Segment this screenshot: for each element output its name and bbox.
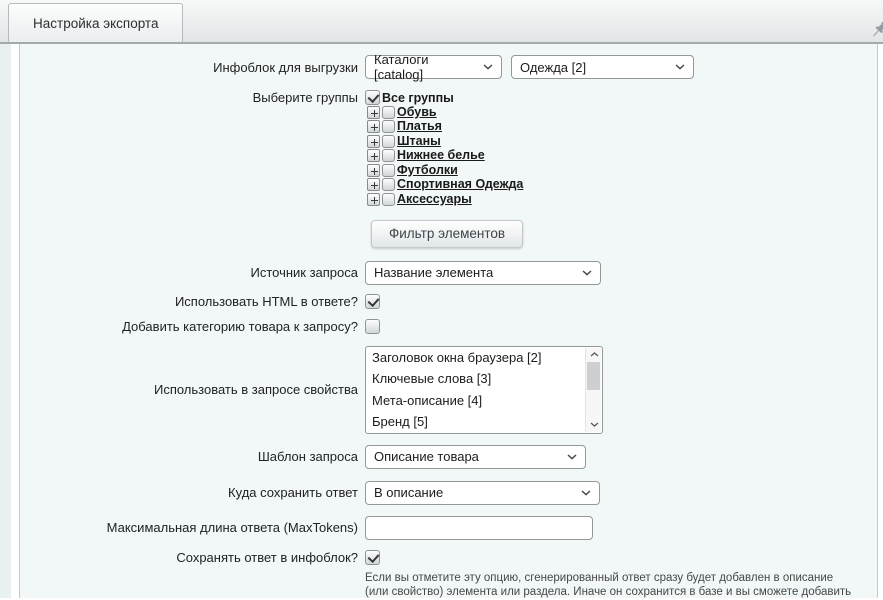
row-groups: Выберите группы Все группы Обувь bbox=[20, 90, 877, 207]
template-value: Описание товара bbox=[374, 449, 479, 464]
chevron-up-icon[interactable] bbox=[586, 348, 602, 362]
add-category-checkbox[interactable] bbox=[365, 319, 380, 334]
group-checkbox[interactable] bbox=[382, 193, 395, 206]
export-settings-form: Инфоблок для выгрузки Каталоги [catalog]… bbox=[19, 44, 878, 598]
row-template: Шаблон запроса Описание товара bbox=[20, 445, 877, 469]
chevron-down-icon bbox=[581, 490, 591, 496]
infoblock-label: Инфоблок для выгрузки bbox=[20, 60, 365, 75]
infoblock-type-select[interactable]: Каталоги [catalog] bbox=[365, 55, 502, 79]
group-checkbox[interactable] bbox=[382, 120, 395, 133]
all-groups-label: Все группы bbox=[382, 91, 454, 105]
group-checkbox[interactable] bbox=[382, 178, 395, 191]
group-link[interactable]: Штаны bbox=[397, 135, 441, 148]
chevron-down-icon bbox=[675, 64, 685, 70]
group-link[interactable]: Нижнее белье bbox=[397, 149, 485, 162]
group-link[interactable]: Аксессуары bbox=[397, 193, 472, 206]
property-option[interactable]: Ключевые слова [3] bbox=[366, 368, 602, 390]
source-value: Название элемента bbox=[374, 265, 493, 280]
tab-bar: Настройка экспорта bbox=[0, 0, 883, 44]
plus-expander-icon[interactable] bbox=[367, 149, 380, 162]
property-option[interactable]: Мета-описание [4] bbox=[366, 390, 602, 412]
save-to-select[interactable]: В описание bbox=[365, 481, 600, 505]
use-html-label: Использовать HTML в ответе? bbox=[20, 294, 365, 309]
left-margin bbox=[0, 44, 11, 598]
properties-label: Использовать в запросе свойства bbox=[20, 382, 365, 397]
group-link[interactable]: Платья bbox=[397, 120, 442, 133]
template-select[interactable]: Описание товара bbox=[365, 445, 586, 469]
row-save-to: Куда сохранить ответ В описание bbox=[20, 481, 877, 505]
row-add-category: Добавить категорию товара к запросу? bbox=[20, 319, 877, 334]
property-option[interactable]: Заголовок окна браузера [2] bbox=[366, 347, 602, 369]
row-source: Источник запроса Название элемента bbox=[20, 261, 877, 285]
groups-label: Выберите группы bbox=[20, 90, 365, 105]
plus-expander-icon[interactable] bbox=[367, 164, 380, 177]
row-save-to-iblock: Сохранять ответ в инфоблок? bbox=[20, 550, 877, 565]
plus-expander-icon[interactable] bbox=[367, 120, 380, 133]
left-gutter bbox=[11, 44, 19, 598]
property-option[interactable]: Бренд [5] bbox=[366, 411, 602, 433]
listbox-scrollbar[interactable] bbox=[585, 348, 601, 432]
plus-expander-icon[interactable] bbox=[367, 106, 380, 119]
row-help: Если вы отметите эту опцию, сгенерирован… bbox=[20, 571, 877, 600]
all-groups-item: Все группы bbox=[365, 90, 523, 105]
plus-expander-icon[interactable] bbox=[367, 178, 380, 191]
properties-listbox[interactable]: Заголовок окна браузера [2] Ключевые сло… bbox=[365, 346, 603, 434]
group-tree-items: Обувь Платья Ш bbox=[365, 105, 523, 207]
group-tree-item: Футболки bbox=[367, 163, 523, 178]
group-checkbox[interactable] bbox=[382, 106, 395, 119]
use-html-checkbox[interactable] bbox=[365, 294, 380, 309]
group-link[interactable]: Спортивная Одежда bbox=[397, 178, 523, 191]
pin-icon[interactable] bbox=[868, 19, 883, 41]
save-to-iblock-label: Сохранять ответ в инфоблок? bbox=[20, 550, 365, 565]
group-tree-item: Аксессуары bbox=[367, 192, 523, 207]
group-tree-item: Обувь bbox=[367, 105, 523, 120]
max-tokens-input[interactable] bbox=[365, 516, 593, 540]
max-tokens-label: Максимальная длина ответа (MaxTokens) bbox=[20, 520, 365, 535]
chevron-down-icon[interactable] bbox=[586, 418, 602, 432]
group-link[interactable]: Обувь bbox=[397, 106, 437, 119]
row-use-html: Использовать HTML в ответе? bbox=[20, 294, 877, 309]
row-properties: Использовать в запросе свойства Заголово… bbox=[20, 346, 877, 434]
group-tree-item: Штаны bbox=[367, 134, 523, 149]
source-select[interactable]: Название элемента bbox=[365, 261, 601, 285]
template-label: Шаблон запроса bbox=[20, 449, 365, 464]
source-label: Источник запроса bbox=[20, 265, 365, 280]
group-checkbox[interactable] bbox=[382, 135, 395, 148]
help-text: Если вы отметите эту опцию, сгенерирован… bbox=[365, 571, 854, 600]
group-checkbox[interactable] bbox=[382, 149, 395, 162]
chevron-down-icon bbox=[582, 270, 592, 276]
infoblock-select[interactable]: Одежда [2] bbox=[511, 55, 694, 79]
group-checkbox[interactable] bbox=[382, 164, 395, 177]
all-groups-checkbox[interactable] bbox=[365, 90, 380, 105]
group-tree-item: Спортивная Одежда bbox=[367, 178, 523, 193]
properties-options: Заголовок окна браузера [2] Ключевые сло… bbox=[366, 347, 602, 433]
plus-expander-icon[interactable] bbox=[367, 193, 380, 206]
tab-export-settings[interactable]: Настройка экспорта bbox=[8, 3, 183, 44]
chevron-down-icon bbox=[567, 454, 577, 460]
chevron-down-icon bbox=[483, 64, 493, 70]
infoblock-type-value: Каталоги [catalog] bbox=[374, 52, 475, 82]
add-category-label: Добавить категорию товара к запросу? bbox=[20, 319, 365, 334]
group-link[interactable]: Футболки bbox=[397, 164, 458, 177]
right-margin bbox=[878, 44, 883, 598]
scrollbar-thumb[interactable] bbox=[587, 362, 600, 390]
row-filter-button: Фильтр элементов bbox=[20, 220, 877, 248]
save-to-label: Куда сохранить ответ bbox=[20, 485, 365, 500]
save-to-iblock-checkbox[interactable] bbox=[365, 550, 380, 565]
groups-tree: Все группы Обувь bbox=[365, 90, 523, 207]
group-tree-item: Нижнее белье bbox=[367, 149, 523, 164]
row-max-tokens: Максимальная длина ответа (MaxTokens) bbox=[20, 516, 877, 540]
save-to-value: В описание bbox=[374, 485, 443, 500]
group-tree-item: Платья bbox=[367, 120, 523, 135]
row-infoblock: Инфоблок для выгрузки Каталоги [catalog]… bbox=[20, 55, 877, 79]
plus-expander-icon[interactable] bbox=[367, 135, 380, 148]
page-content: Инфоблок для выгрузки Каталоги [catalog]… bbox=[0, 44, 883, 598]
infoblock-value: Одежда [2] bbox=[520, 60, 586, 75]
filter-elements-button[interactable]: Фильтр элементов bbox=[371, 220, 523, 248]
